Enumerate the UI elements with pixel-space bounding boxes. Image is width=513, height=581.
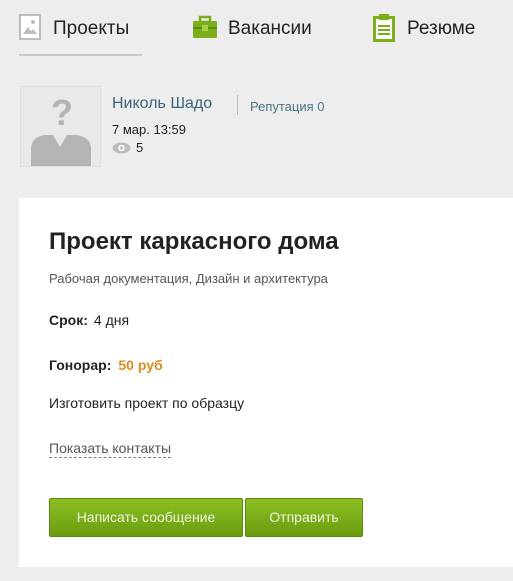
send-button[interactable]: Отправить [245,498,363,537]
tab-projects-label: Проекты [53,18,130,39]
tab-resume-label: Резюме [407,18,476,39]
post-date: 7 мар. 13:59 [112,122,186,137]
clipboard-icon [373,14,395,42]
write-message-button[interactable]: Написать сообщение [49,498,243,537]
tab-projects[interactable]: Проекты [19,12,142,56]
fee-row: Гонорар: 50 руб [49,357,163,373]
project-title: Проект каркасного дома [49,228,339,255]
term-label: Срок: [49,312,88,328]
author-name-link[interactable]: Николь Шадо [112,95,212,113]
project-card: Проект каркасного дома Рабочая документа… [19,198,513,567]
views-counter: 5 [112,140,143,155]
fee-label: Гонорар: [49,357,112,373]
fee-value: 50 руб [118,357,163,373]
tab-vacancies[interactable]: Вакансии [192,12,312,56]
reputation-label[interactable]: Репутация 0 [250,99,325,114]
top-tabs: Проекты Вакансии Резюме [0,0,513,56]
term-value: 4 дня [93,312,130,328]
eye-icon [112,142,131,153]
divider [237,95,238,115]
briefcase-icon [193,15,217,38]
show-contacts-link[interactable]: Показать контакты [49,440,172,458]
avatar[interactable]: ? [20,86,101,167]
image-icon [19,14,41,40]
project-description: Изготовить проект по образцу [49,395,245,411]
author-block: ? Николь Шадо Репутация 0 7 мар. 13:59 5 [20,86,500,168]
tab-vacancies-label: Вакансии [228,18,312,39]
views-count: 5 [136,140,144,155]
project-category: Рабочая документация, Дизайн и архитекту… [49,271,328,286]
svg-text:?: ? [51,92,73,133]
tab-resume[interactable]: Резюме [373,12,475,56]
user-placeholder-icon: ? [31,92,91,166]
term-row: Срок: 4 дня [49,312,129,328]
